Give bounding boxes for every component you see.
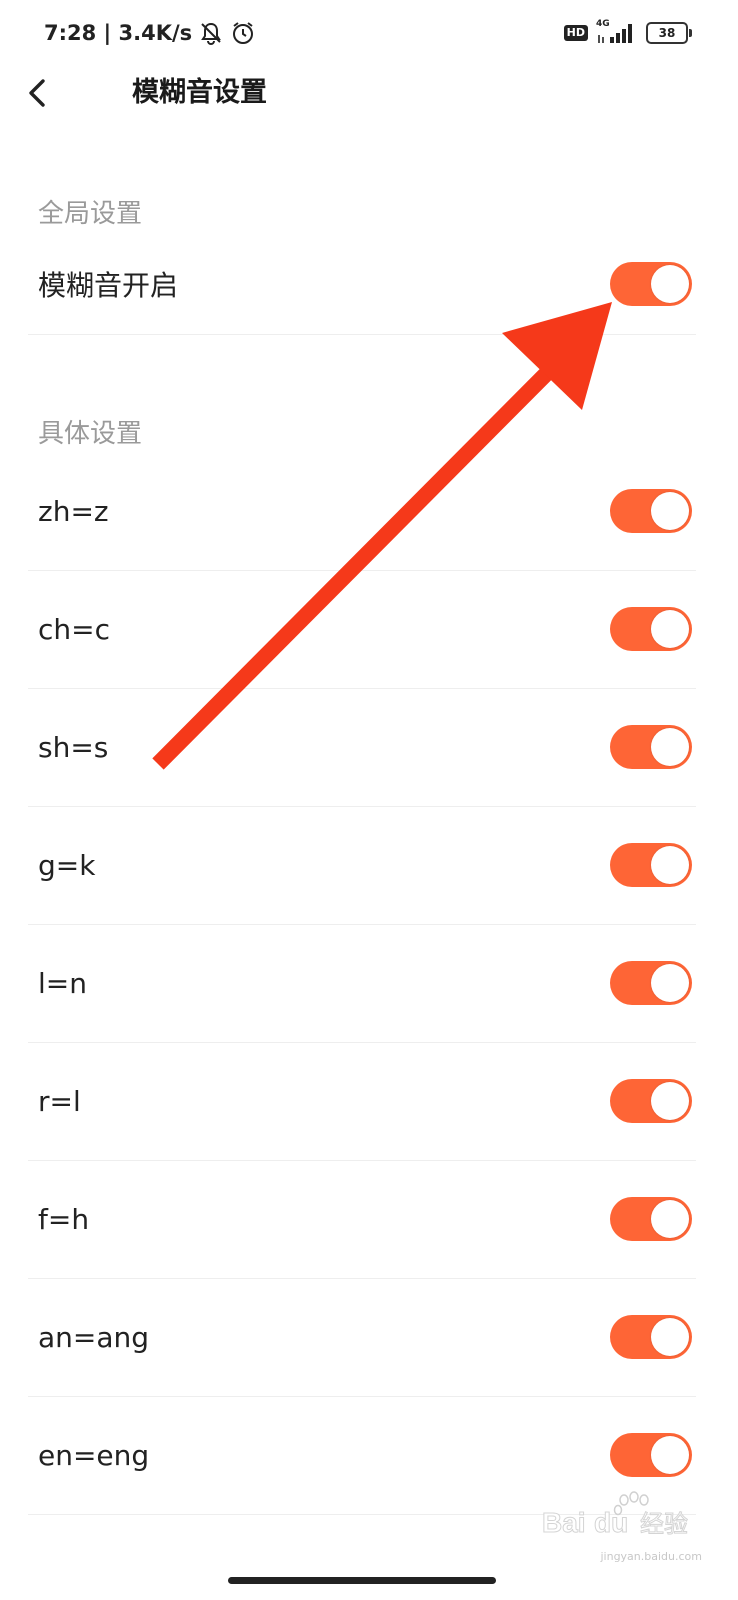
watermark-logo-text: Bai	[542, 1507, 586, 1538]
battery-icon: 38	[646, 22, 692, 44]
zh-z-toggle[interactable]	[610, 489, 692, 533]
setting-row-g-k: g=k	[28, 806, 696, 925]
toggle-knob	[651, 964, 689, 1002]
app-header: 模糊音设置	[0, 64, 738, 122]
en-eng-toggle[interactable]	[610, 1433, 692, 1477]
toggle-knob	[651, 265, 689, 303]
r-l-toggle[interactable]	[610, 1079, 692, 1123]
setting-label: 模糊音开启	[38, 269, 179, 302]
setting-row-f-h: f=h	[28, 1160, 696, 1279]
setting-label: zh=z	[38, 495, 109, 528]
alarm-icon	[230, 20, 256, 46]
watermark-logo-cn: 经验	[640, 1510, 688, 1538]
setting-row-ch-c: ch=c	[28, 570, 696, 689]
toggle-knob	[651, 1436, 689, 1474]
status-left: 7:28 | 3.4K/s	[44, 16, 256, 50]
setting-row-an-ang: an=ang	[28, 1278, 696, 1397]
setting-label: sh=s	[38, 731, 109, 764]
home-indicator[interactable]	[228, 1577, 496, 1584]
setting-label: ch=c	[38, 613, 110, 646]
setting-label: en=eng	[38, 1439, 150, 1472]
mute-icon	[198, 20, 224, 46]
section-title-global: 全局设置	[38, 199, 143, 229]
setting-label: r=l	[38, 1085, 81, 1118]
setting-row-r-l: r=l	[28, 1042, 696, 1161]
back-button[interactable]	[18, 74, 56, 112]
toggle-knob	[651, 1318, 689, 1356]
setting-label: an=ang	[38, 1321, 150, 1354]
page-title: 模糊音设置	[132, 77, 267, 108]
sh-s-toggle[interactable]	[610, 725, 692, 769]
toggle-knob	[651, 846, 689, 884]
baidu-watermark: Bai du 经验	[542, 1490, 702, 1548]
fuzzy-enable-toggle[interactable]	[610, 262, 692, 306]
toggle-knob	[651, 1082, 689, 1120]
hd-icon: HD	[563, 25, 588, 41]
toggle-knob	[651, 610, 689, 648]
f-h-toggle[interactable]	[610, 1197, 692, 1241]
chevron-left-icon	[29, 79, 45, 107]
section-title-specific: 具体设置	[38, 419, 143, 449]
setting-label: l=n	[38, 967, 87, 1000]
signal-icon: 4G	[596, 19, 638, 45]
setting-label: f=h	[38, 1203, 90, 1236]
an-ang-toggle[interactable]	[610, 1315, 692, 1359]
watermark-logo-text2: du	[594, 1507, 628, 1538]
setting-row-zh-z: zh=z	[28, 452, 696, 571]
baidu-paw-icon: Bai du 经验	[542, 1491, 689, 1539]
ch-c-toggle[interactable]	[610, 607, 692, 651]
watermark-site: jingyan.baidu.com	[600, 1550, 702, 1563]
toggle-knob	[651, 1200, 689, 1238]
setting-row-fuzzy-enable: 模糊音开启	[28, 238, 696, 335]
l-n-toggle[interactable]	[610, 961, 692, 1005]
g-k-toggle[interactable]	[610, 843, 692, 887]
status-right: HD 4G 38	[563, 18, 692, 48]
status-bar: 7:28 | 3.4K/s HD 4G 38	[0, 0, 738, 64]
setting-row-l-n: l=n	[28, 924, 696, 1043]
status-time: 7:28 | 3.4K/s	[44, 21, 193, 45]
toggle-knob	[651, 728, 689, 766]
toggle-knob	[651, 492, 689, 530]
setting-row-sh-s: sh=s	[28, 688, 696, 807]
setting-label: g=k	[38, 849, 96, 882]
